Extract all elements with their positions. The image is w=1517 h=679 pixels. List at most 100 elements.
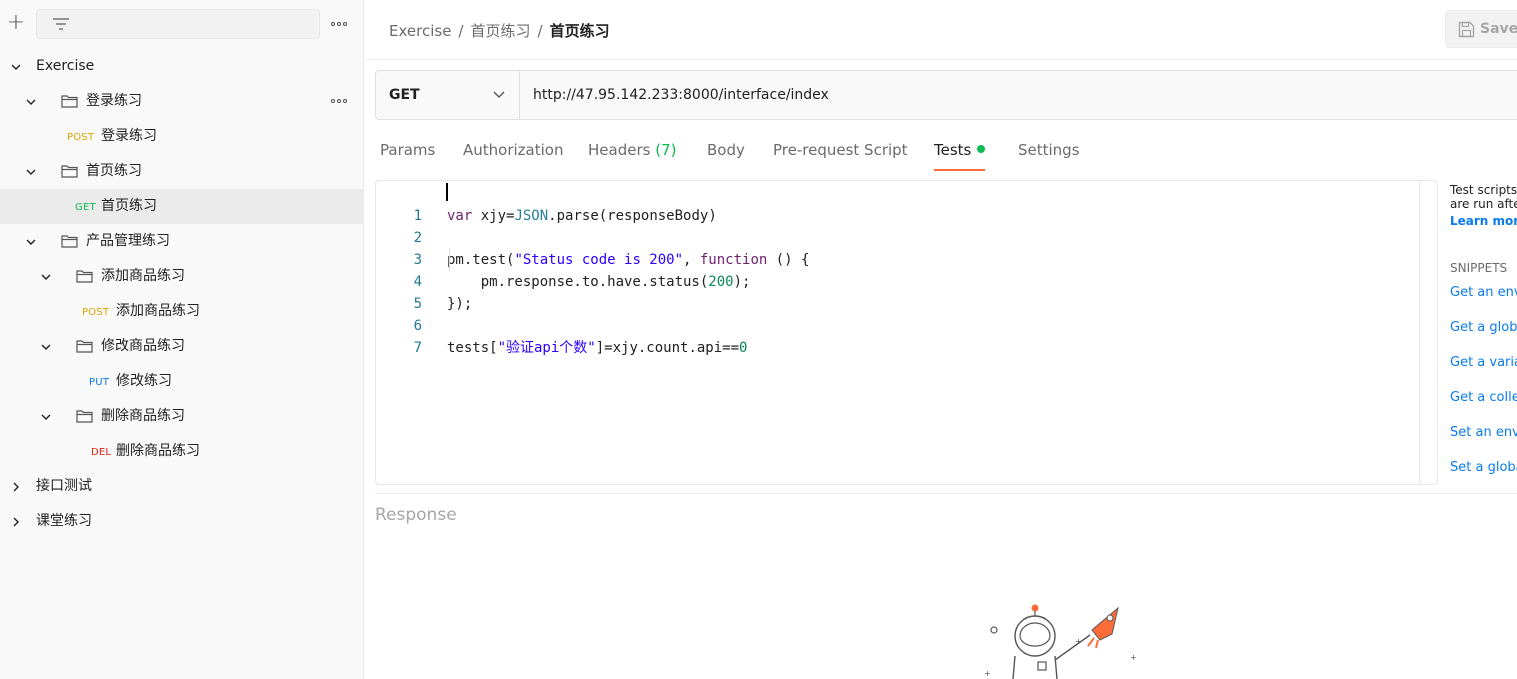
method-badge: GET <box>75 202 96 213</box>
breadcrumb-separator: / <box>458 22 464 40</box>
breadcrumb: Exercise / 首页练习 / 首页练习 <box>389 20 610 41</box>
folder-delete-product[interactable]: 删除商品练习 <box>0 399 364 434</box>
tree-label: 登录练习 <box>86 93 142 109</box>
tab-tests[interactable]: Tests <box>934 139 986 171</box>
tree-label: 修改练习 <box>116 373 172 389</box>
astronaut-illustration: + + + <box>984 604 1137 679</box>
request-delete-del[interactable]: DEL 删除商品练习 <box>0 434 364 469</box>
code-line: 5}); <box>376 271 1416 312</box>
learn-more-link[interactable]: Learn more <box>1450 214 1517 228</box>
save-label: Save <box>1480 21 1517 37</box>
tab-authorization[interactable]: Authorization <box>463 139 563 171</box>
new-plus-button[interactable]: + <box>5 12 27 35</box>
snippet-link[interactable]: Get an envi <box>1450 285 1517 300</box>
method-badge: DEL <box>91 447 112 458</box>
folder-icon <box>61 165 78 178</box>
tab-headers-label: Headers <box>588 141 651 159</box>
method-select[interactable]: GET <box>376 71 520 119</box>
method-label: GET <box>389 87 420 103</box>
tab-body[interactable]: Body <box>707 139 745 171</box>
tab-pre-request-script[interactable]: Pre-request Script <box>773 139 908 171</box>
line-number: 7 <box>413 340 422 356</box>
tab-tests-label: Tests <box>934 141 972 159</box>
breadcrumb-item[interactable]: 首页练习 <box>470 20 530 41</box>
editor-divider <box>1419 181 1420 484</box>
status-dot-icon <box>977 145 986 153</box>
sidebar: + Exercise 登录练习 POST 登录练习 首页练习 GET 首页练习 … <box>0 0 364 679</box>
chevron-down-icon[interactable] <box>25 236 37 248</box>
folder-icon <box>61 235 78 248</box>
code-line: 3 pm.test("Status code is 200", function … <box>376 227 1416 268</box>
method-badge: PUT <box>89 377 110 388</box>
test-script-editor[interactable]: 1 var xjy=JSON.parse(responseBody) 2 3 pm.… <box>375 180 1438 485</box>
folder-icon <box>61 95 78 108</box>
request-home-get[interactable]: GET 首页练习 <box>0 189 364 224</box>
snippet-link[interactable]: Set a globa <box>1450 460 1517 475</box>
tab-settings[interactable]: Settings <box>1018 139 1080 171</box>
request-url-bar: GET http://47.95.142.233:8000/interface/… <box>375 70 1517 120</box>
tab-params[interactable]: Params <box>380 139 435 171</box>
chevron-down-icon[interactable] <box>25 96 37 108</box>
snippets-title: SNIPPETS <box>1450 261 1508 275</box>
collection-api-test[interactable]: 接口测试 <box>0 469 364 504</box>
tree-label: 删除商品练习 <box>101 408 185 424</box>
breadcrumb-item[interactable]: Exercise <box>389 22 451 40</box>
chevron-right-icon[interactable] <box>10 481 22 493</box>
folder-login[interactable]: 登录练习 <box>0 84 364 119</box>
snippet-link[interactable]: Get a collec <box>1450 390 1517 405</box>
tree-label: 首页练习 <box>86 163 142 179</box>
code-line: 2 <box>376 205 1416 246</box>
svg-text:+: + <box>1075 637 1082 646</box>
folder-home[interactable]: 首页练习 <box>0 154 364 189</box>
response-divider <box>375 493 1517 494</box>
code-line: 1 var xjy=JSON.parse(responseBody) <box>376 183 1416 224</box>
snippets-panel: Test scripts are run afte Learn more SNI… <box>1450 183 1517 475</box>
chevron-down-icon[interactable] <box>10 61 22 73</box>
breadcrumb-separator: / <box>537 22 543 40</box>
filter-input[interactable] <box>36 9 320 39</box>
folder-icon <box>76 410 93 423</box>
collection-class-exercise[interactable]: 课堂练习 <box>0 504 364 539</box>
breadcrumb-current[interactable]: 首页练习 <box>550 20 610 41</box>
snippets-description: Test scripts <box>1450 183 1517 197</box>
response-title: Response <box>375 505 457 525</box>
request-edit-put[interactable]: PUT 修改练习 <box>0 364 364 399</box>
chevron-down-icon[interactable] <box>40 271 52 283</box>
tab-headers[interactable]: Headers (7) <box>588 139 676 171</box>
tree-label: 首页练习 <box>101 198 157 214</box>
chevron-down-icon[interactable] <box>40 411 52 423</box>
snippet-link[interactable]: Get a variab <box>1450 355 1517 370</box>
snippet-link[interactable]: Get a globa <box>1450 320 1517 335</box>
tree-label: 删除商品练习 <box>116 443 200 459</box>
svg-text:+: + <box>1130 653 1137 662</box>
snippet-link[interactable]: Set an envi <box>1450 425 1517 440</box>
save-icon <box>1458 21 1475 38</box>
folder-edit-product[interactable]: 修改商品练习 <box>0 329 364 364</box>
tree-label: Exercise <box>36 58 95 74</box>
chevron-down-icon[interactable] <box>40 341 52 353</box>
folder-icon <box>76 270 93 283</box>
folder-product[interactable]: 产品管理练习 <box>0 224 364 259</box>
folder-add-product[interactable]: 添加商品练习 <box>0 259 364 294</box>
request-add-product-post[interactable]: POST 添加商品练习 <box>0 294 364 329</box>
tree-label: 添加商品练习 <box>101 268 185 284</box>
method-badge: POST <box>67 132 95 143</box>
chevron-right-icon[interactable] <box>10 516 22 528</box>
snippets-description: are run afte <box>1450 197 1517 211</box>
more-options-icon[interactable] <box>330 17 350 31</box>
code-line: 7 tests["验证api个数"]=xjy.count.api==0 <box>376 315 1416 356</box>
svg-text:+: + <box>984 669 991 678</box>
tree-label: 添加商品练习 <box>116 303 200 319</box>
text-cursor <box>446 183 448 201</box>
url-input[interactable]: http://47.95.142.233:8000/interface/inde… <box>533 71 829 119</box>
folder-icon <box>76 340 93 353</box>
header-divider <box>365 59 1517 60</box>
chevron-down-icon[interactable] <box>25 166 37 178</box>
tree-label: 课堂练习 <box>36 513 92 529</box>
request-login-post[interactable]: POST 登录练习 <box>0 119 364 154</box>
code-text: tests["验证api个数"]=xjy.count.api==0 <box>447 340 748 356</box>
collection-exercise[interactable]: Exercise <box>0 49 364 84</box>
filter-icon <box>53 18 69 30</box>
save-button[interactable]: Save <box>1445 10 1517 48</box>
more-options-icon[interactable] <box>330 94 350 108</box>
